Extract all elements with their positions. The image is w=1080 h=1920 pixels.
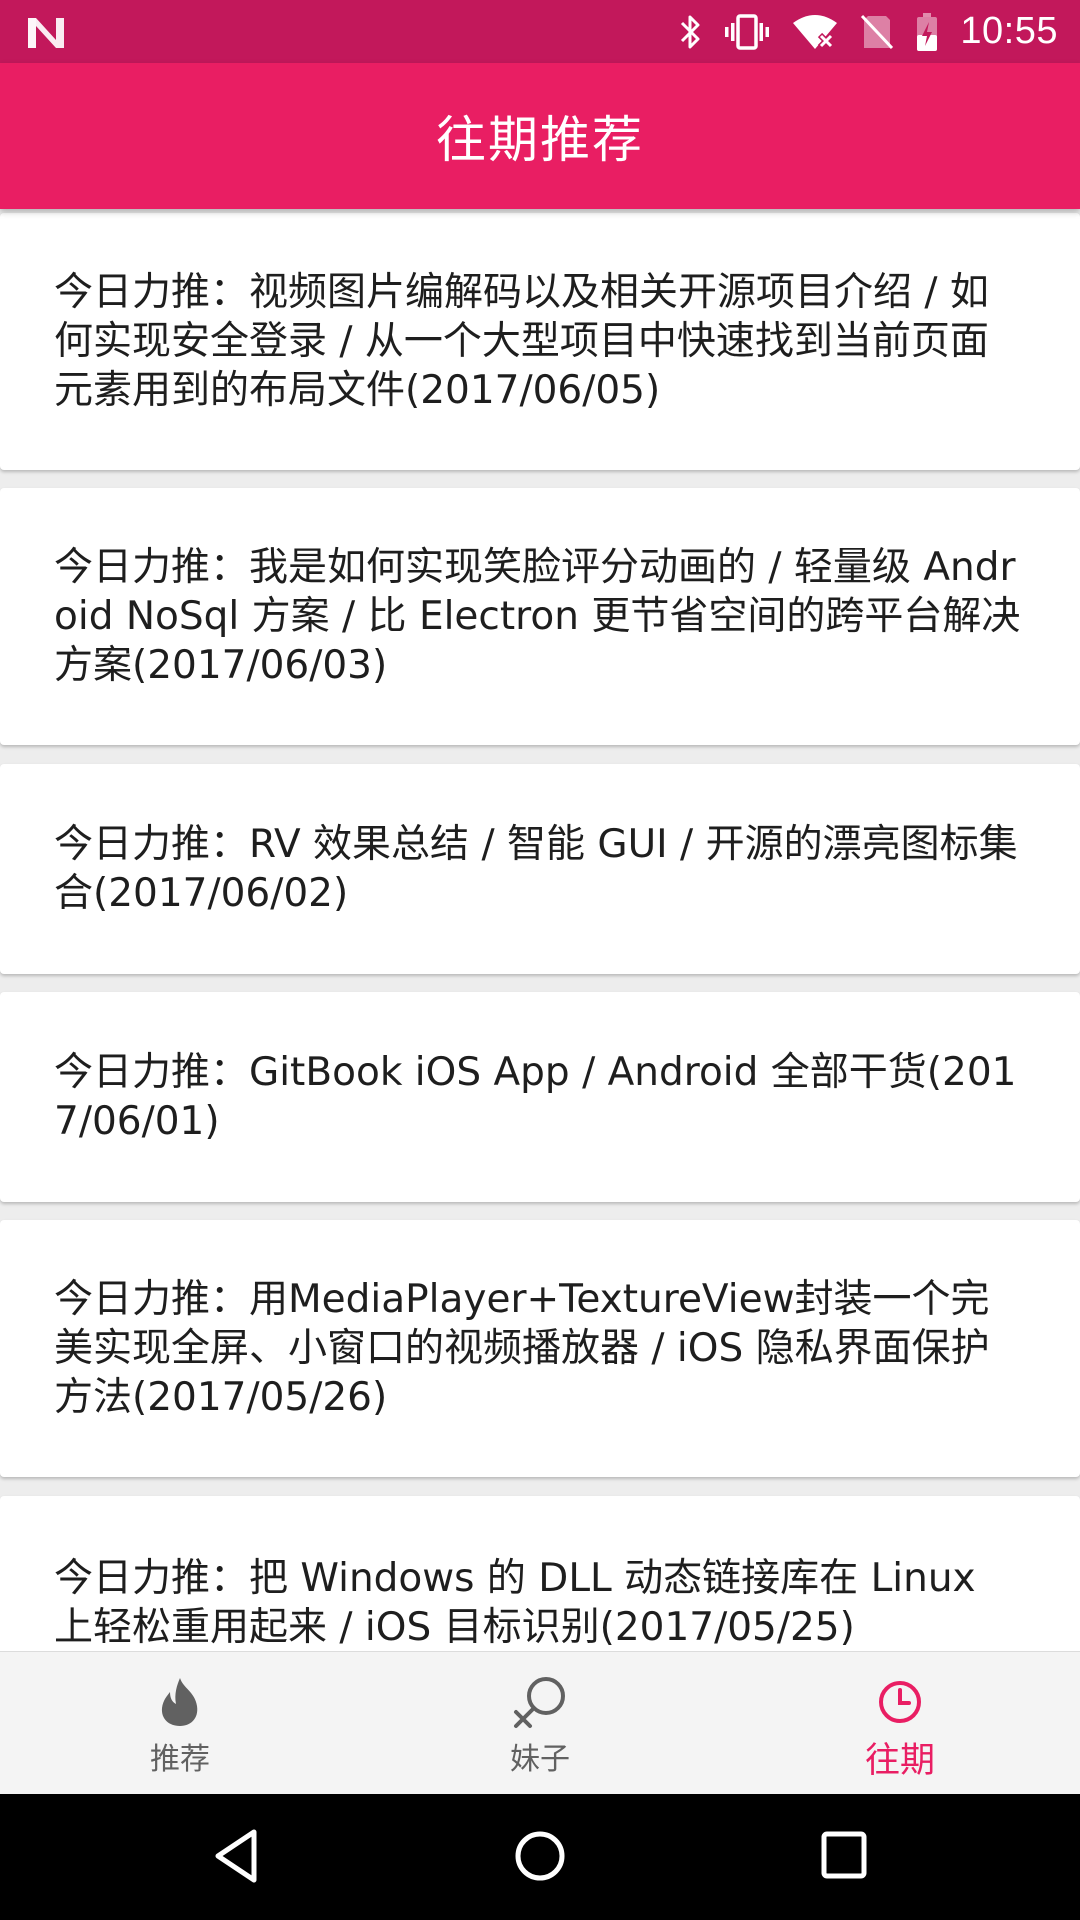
back-icon[interactable] xyxy=(212,1828,260,1884)
nav-tab-girls[interactable]: 妹子 xyxy=(440,1652,640,1795)
nav-tab-label: 妹子 xyxy=(510,1742,570,1777)
list-item[interactable]: 今日力推：GitBook iOS App / Android 全部干货(2017… xyxy=(0,992,1080,1202)
list-item-text: 今日力推：用MediaPlayer+TextureView封装一个完美实现全屏、… xyxy=(54,1277,990,1420)
history-list[interactable]: 今日力推：视频图片编解码以及相关开源项目介绍 / 如何实现安全登录 / 从一个大… xyxy=(0,209,1080,1651)
home-icon[interactable] xyxy=(513,1828,567,1884)
nav-tab-history[interactable]: 往期 xyxy=(800,1652,1000,1795)
clock-icon xyxy=(879,1681,921,1723)
nav-tab-label: 往期 xyxy=(864,1741,935,1781)
recents-icon[interactable] xyxy=(820,1830,868,1882)
battery-icon xyxy=(917,12,938,51)
list-item[interactable]: 今日力推：RV 效果总结 / 智能 GUI / 开源的漂亮图标集合(2017/0… xyxy=(0,764,1080,974)
n-logo-icon xyxy=(28,18,64,48)
page-title: 往期推荐 xyxy=(436,111,644,169)
vibrate-icon xyxy=(725,13,770,50)
list-item-text: 今日力推：把 Windows 的 DLL 动态链接库在 Linux 上轻松重用起… xyxy=(54,1556,976,1650)
list-item[interactable]: 今日力推：用MediaPlayer+TextureView封装一个完美实现全屏、… xyxy=(0,1220,1080,1477)
nav-tab-recommend[interactable]: 推荐 xyxy=(80,1652,280,1795)
app-bar: 往期推荐 xyxy=(0,63,1080,209)
list-item[interactable]: 今日力推：我是如何实现笑脸评分动画的 / 轻量级 Android NoSql 方… xyxy=(0,488,1080,745)
wifi-off-icon xyxy=(793,14,838,49)
flame-icon xyxy=(161,1678,198,1726)
status-time: 10:55 xyxy=(960,10,1058,52)
list-item-text: 今日力推：GitBook iOS App / Android 全部干货(2017… xyxy=(54,1050,1017,1144)
bluetooth-icon xyxy=(681,15,700,48)
status-bar: 10:55 xyxy=(0,0,1080,63)
status-icons: 10:55 xyxy=(678,0,1058,63)
system-navigation-bar xyxy=(0,1794,1080,1920)
female-symbol-icon xyxy=(514,1677,565,1728)
list-item-text: 今日力推：RV 效果总结 / 智能 GUI / 开源的漂亮图标集合(2017/0… xyxy=(54,822,1018,916)
bottom-navigation: 推荐 妹子 往期 xyxy=(0,1651,1080,1794)
list-item[interactable]: 今日力推：把 Windows 的 DLL 动态链接库在 Linux 上轻松重用起… xyxy=(0,1496,1080,1651)
list-item-text: 今日力推：视频图片编解码以及相关开源项目介绍 / 如何实现安全登录 / 从一个大… xyxy=(54,270,989,413)
no-sim-icon xyxy=(861,14,894,49)
list-item-text: 今日力推：我是如何实现笑脸评分动画的 / 轻量级 Android NoSql 方… xyxy=(54,545,1021,688)
nav-tab-label: 推荐 xyxy=(150,1742,210,1777)
list-item[interactable]: 今日力推：视频图片编解码以及相关开源项目介绍 / 如何实现安全登录 / 从一个大… xyxy=(0,213,1080,470)
